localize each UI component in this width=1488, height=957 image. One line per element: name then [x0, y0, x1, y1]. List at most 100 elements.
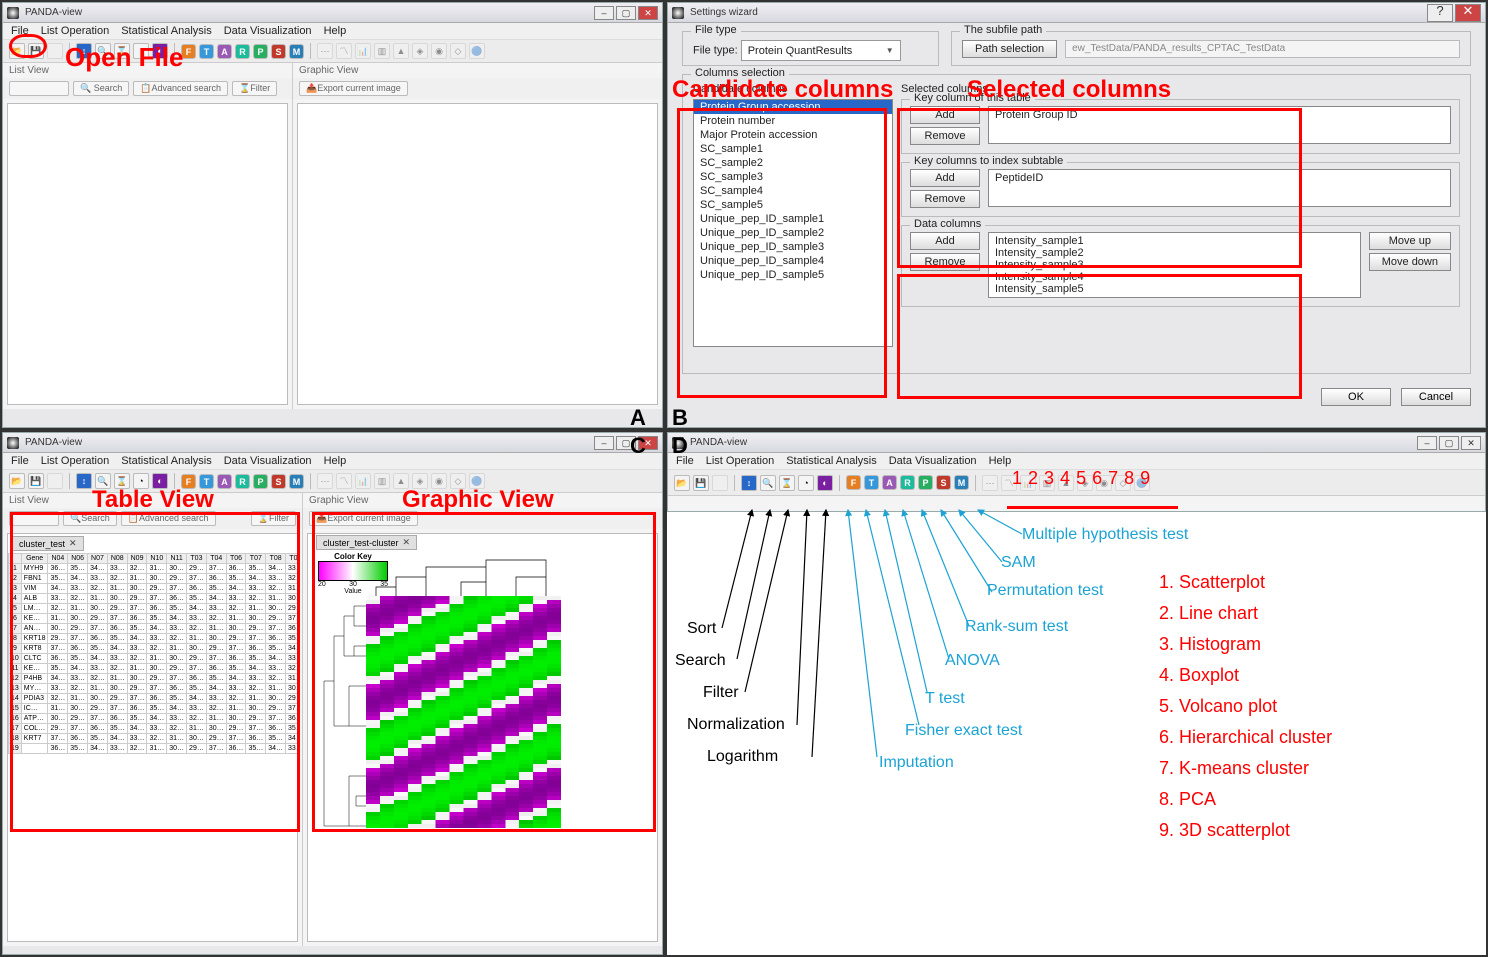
plot-types-list: 1. Scatterplot2. Line chart3. Histogram4… — [1159, 572, 1332, 851]
stat-s-icon[interactable]: S — [271, 44, 286, 59]
close-button[interactable]: ✕ — [1461, 436, 1481, 450]
plot-histogram-icon[interactable]: 📊 — [355, 473, 371, 489]
filter-label: Filter — [703, 684, 739, 702]
sort-tool-icon[interactable]: ↕ — [76, 473, 92, 489]
sort-icon[interactable] — [47, 473, 63, 489]
path-selection-button[interactable]: Path selection — [962, 40, 1057, 58]
stat-t-icon[interactable]: T — [199, 44, 214, 59]
maximize-button[interactable]: ▢ — [1439, 436, 1459, 450]
graphic-view-annotation: Graphic View — [402, 486, 554, 514]
plot-scatter-icon[interactable]: ⋯ — [982, 475, 998, 491]
normalization-tool-icon[interactable]: ◔ — [798, 475, 814, 491]
export-image-button[interactable]: 📤Export current image — [299, 81, 408, 96]
stat-r-icon[interactable]: R — [235, 44, 250, 59]
save-icon[interactable]: 💾 — [693, 475, 709, 491]
menu-data-visualization[interactable]: Data Visualization — [889, 455, 977, 467]
open-file-annotation: Open File — [65, 42, 183, 73]
stat-p-icon[interactable]: P — [918, 475, 933, 490]
plot-scatter-icon[interactable]: ⋯ — [317, 43, 333, 59]
sort-icon[interactable] — [47, 43, 63, 59]
plot-line-icon[interactable]: 〽 — [336, 43, 352, 59]
stat-a-icon[interactable]: A — [217, 44, 232, 59]
menu-list-operation[interactable]: List Operation — [41, 455, 109, 467]
minimize-button[interactable]: – — [1417, 436, 1437, 450]
ranksum-label: Rank-sum test — [965, 618, 1068, 636]
file-type-select[interactable]: Protein QuantResults — [741, 40, 901, 61]
plot-type-label: 4. Boxplot — [1159, 665, 1332, 686]
plot-line-icon[interactable]: 〽 — [336, 473, 352, 489]
menu-data-visualization[interactable]: Data Visualization — [224, 25, 312, 37]
graphic-view-box-annotation — [312, 512, 656, 832]
fisher-label: Fisher exact test — [905, 722, 1022, 740]
ok-button[interactable]: OK — [1321, 388, 1391, 406]
plot-volcano-icon[interactable]: ▲ — [393, 43, 409, 59]
graphic-view-area — [297, 103, 658, 405]
logarithm-tool-icon[interactable]: ◐ — [817, 475, 833, 491]
stat-r-icon[interactable]: R — [900, 475, 915, 490]
maximize-button[interactable]: ▢ — [616, 6, 636, 20]
advanced-search-button[interactable]: 📋Advanced search — [133, 81, 228, 96]
search-label: Search — [675, 652, 726, 670]
imputation-label: Imputation — [879, 754, 954, 772]
filter-button[interactable]: ⌛Filter — [232, 81, 277, 96]
plot-type-label: 1. Scatterplot — [1159, 572, 1332, 593]
cancel-button[interactable]: Cancel — [1401, 388, 1471, 406]
stat-s-icon[interactable]: S — [936, 475, 951, 490]
selected-annotation: Selected columns — [967, 76, 1171, 104]
anova-label: ANOVA — [945, 652, 1000, 670]
save-icon[interactable]: 💾 — [28, 473, 44, 489]
menu-help[interactable]: Help — [324, 455, 347, 467]
stat-m-icon[interactable]: M — [289, 44, 304, 59]
titlebar-c: PANDA-view – ▢ ✕ — [3, 433, 662, 453]
wizard-close-button[interactable]: ✕ — [1455, 4, 1481, 22]
stat-a-icon[interactable]: A — [882, 475, 897, 490]
menu-statistical-analysis[interactable]: Statistical Analysis — [121, 455, 211, 467]
stat-f-icon[interactable]: F — [846, 475, 861, 490]
plot-type-label: 2. Line chart — [1159, 603, 1332, 624]
menu-list-operation[interactable]: List Operation — [41, 25, 109, 37]
panel-c: PANDA-view – ▢ ✕ File List Operation Sta… — [0, 430, 665, 957]
plot-tools-underline — [1007, 506, 1178, 509]
stat-r-icon[interactable]: R — [235, 474, 250, 489]
stat-p-icon[interactable]: P — [253, 44, 268, 59]
close-button[interactable]: ✕ — [638, 6, 658, 20]
wizard-title: Settings wizard — [690, 7, 758, 18]
minimize-button[interactable]: – — [594, 436, 614, 450]
stat-m-icon[interactable]: M — [954, 475, 969, 490]
stat-a-icon[interactable]: A — [217, 474, 232, 489]
plot-boxplot-icon[interactable]: ▥ — [374, 473, 390, 489]
help-button[interactable]: ? — [1427, 4, 1453, 22]
minimize-button[interactable]: – — [594, 6, 614, 20]
filter-tool-icon[interactable]: ⌛ — [779, 475, 795, 491]
plot-hcluster-icon[interactable]: ◈ — [412, 43, 428, 59]
search-button[interactable]: 🔍 Search — [73, 81, 129, 96]
plot-histogram-icon[interactable]: 📊 — [355, 43, 371, 59]
plot-3dscatter-icon[interactable]: 🔵 — [469, 43, 485, 59]
sort-tool-icon[interactable]: ↕ — [741, 475, 757, 491]
plot-boxplot-icon[interactable]: ▥ — [374, 43, 390, 59]
menu-statistical-analysis[interactable]: Statistical Analysis — [121, 25, 211, 37]
stat-t-icon[interactable]: T — [864, 475, 879, 490]
move-up-button[interactable]: Move up — [1369, 232, 1451, 250]
menu-help[interactable]: Help — [989, 455, 1012, 467]
menu-statistical-analysis[interactable]: Statistical Analysis — [786, 455, 876, 467]
menu-data-visualization[interactable]: Data Visualization — [224, 455, 312, 467]
logarithm-label: Logarithm — [707, 748, 778, 766]
panel-b: Settings wizard ? ✕ File type File type:… — [665, 0, 1488, 430]
open-file-icon[interactable]: 📂 — [674, 475, 690, 491]
stat-p-icon[interactable]: P — [253, 474, 268, 489]
menu-file[interactable]: File — [11, 455, 29, 467]
plot-scatter-icon[interactable]: ⋯ — [317, 473, 333, 489]
sort-icon[interactable] — [712, 475, 728, 491]
plot-kmeans-icon[interactable]: ◉ — [431, 43, 447, 59]
stat-m-icon[interactable]: M — [289, 474, 304, 489]
search-tool-icon[interactable]: 🔍 — [760, 475, 776, 491]
plot-pca-icon[interactable]: ◇ — [450, 43, 466, 59]
move-down-button[interactable]: Move down — [1369, 253, 1451, 271]
open-file-icon[interactable]: 📂 — [9, 473, 25, 489]
menu-help[interactable]: Help — [324, 25, 347, 37]
multiple-hyp-label: Multiple hypothesis test — [1022, 526, 1188, 544]
stat-s-icon[interactable]: S — [271, 474, 286, 489]
menu-list-operation[interactable]: List Operation — [706, 455, 774, 467]
sam-label: SAM — [1001, 554, 1036, 572]
